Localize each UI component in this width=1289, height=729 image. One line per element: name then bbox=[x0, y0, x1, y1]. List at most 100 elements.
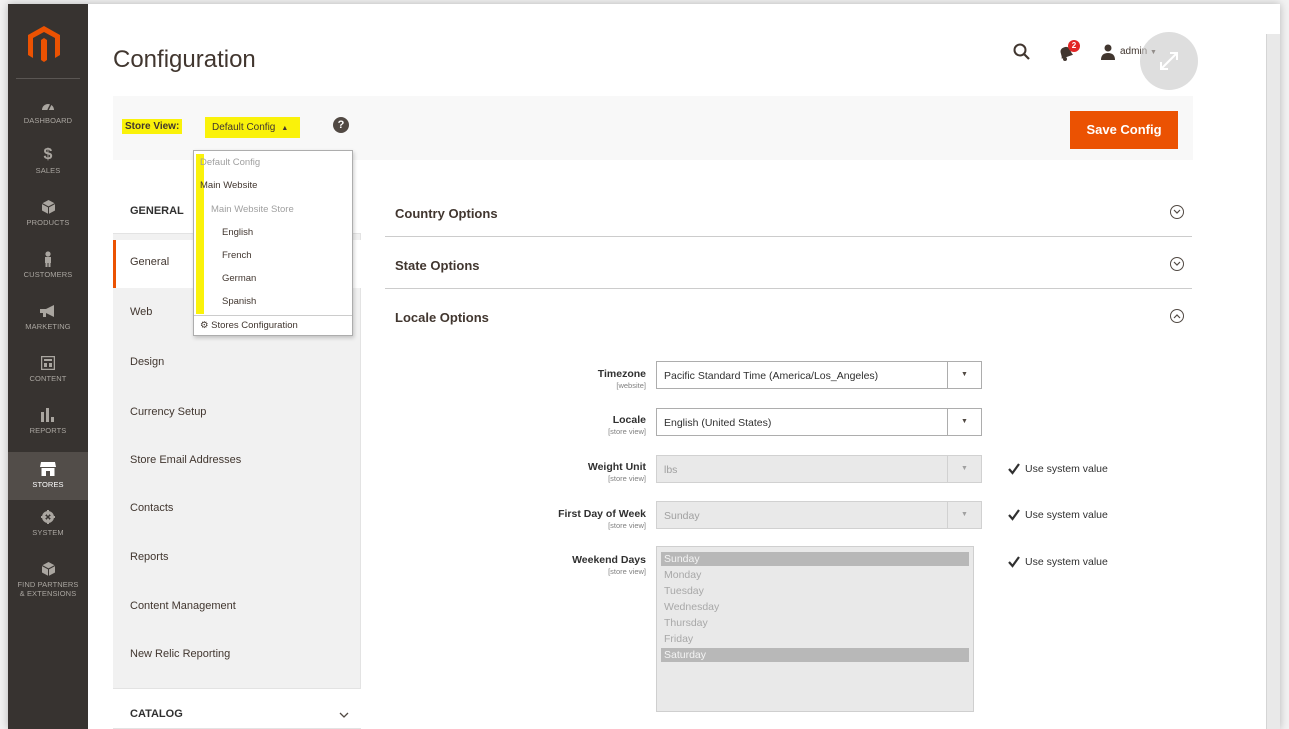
scope-spanish[interactable]: Spanish bbox=[222, 296, 256, 307]
timezone-label: Timezone [website] bbox=[516, 368, 646, 390]
sidebar-item-stores[interactable]: STORES bbox=[8, 452, 88, 500]
field-label: First Day of Week bbox=[558, 508, 646, 520]
checkmark-icon[interactable] bbox=[1008, 556, 1020, 568]
checkmark-icon[interactable] bbox=[1008, 463, 1020, 475]
chevron-down-circle-icon[interactable] bbox=[1170, 257, 1184, 271]
sidebar-item-products[interactable]: PRODUCTS bbox=[8, 194, 88, 238]
sidebar-item-content[interactable]: CONTENT bbox=[8, 350, 88, 394]
use-system-label: Use system value bbox=[1025, 463, 1108, 475]
scope-french[interactable]: French bbox=[222, 250, 252, 261]
weekend-option-sunday[interactable]: Sunday bbox=[661, 552, 969, 566]
select-arrow: ▼ bbox=[947, 362, 981, 388]
help-icon[interactable]: ? bbox=[333, 117, 349, 133]
field-scope: [website] bbox=[616, 381, 646, 390]
user-icon[interactable] bbox=[1101, 44, 1115, 60]
chevron-up-circle-icon[interactable] bbox=[1170, 309, 1184, 323]
select-arrow: ▼ bbox=[947, 502, 981, 528]
save-config-button[interactable]: Save Config bbox=[1070, 111, 1178, 149]
gear-icon bbox=[8, 506, 88, 528]
section-locale-options[interactable]: Locale Options bbox=[385, 290, 1192, 341]
weekend-days-label: Weekend Days [store view] bbox=[516, 554, 646, 576]
page-title: Configuration bbox=[113, 46, 256, 73]
weekend-days-multiselect[interactable]: Sunday Monday Tuesday Wednesday Thursday… bbox=[656, 546, 974, 712]
select-arrow: ▼ bbox=[947, 456, 981, 482]
stores-configuration-label: Stores Configuration bbox=[211, 320, 298, 331]
first-day-select[interactable]: Sunday ▼ bbox=[656, 501, 982, 529]
chevron-down-icon: ▼ bbox=[961, 511, 968, 518]
sidebar-item-dashboard[interactable]: DASHBOARD bbox=[8, 90, 88, 134]
field-scope: [store view] bbox=[608, 567, 646, 576]
logo-divider bbox=[16, 78, 80, 79]
nav-item-contacts[interactable]: Contacts bbox=[113, 486, 361, 534]
weight-unit-select[interactable]: lbs ▼ bbox=[656, 455, 982, 483]
magento-logo[interactable] bbox=[28, 26, 60, 64]
sidebar-item-customers[interactable]: CUSTOMERS bbox=[8, 246, 88, 290]
sidebar-item-label: SALES bbox=[35, 166, 61, 175]
weekend-days-use-system[interactable]: Use system value bbox=[1008, 556, 1108, 568]
sidebar-item-reports[interactable]: REPORTS bbox=[8, 402, 88, 446]
chevron-down-icon bbox=[339, 712, 349, 718]
use-system-label: Use system value bbox=[1025, 509, 1108, 521]
notification-badge: 2 bbox=[1068, 40, 1080, 52]
section-country-options[interactable]: Country Options bbox=[385, 186, 1192, 237]
chevron-down-icon: ▼ bbox=[961, 418, 968, 425]
nav-item-new-relic-reporting[interactable]: New Relic Reporting bbox=[113, 632, 361, 680]
store-view-label: Store View: bbox=[122, 119, 183, 134]
weekend-option-tuesday[interactable]: Tuesday bbox=[661, 584, 969, 598]
sidebar-item-find-partners[interactable]: FIND PARTNERS & EXTENSIONS bbox=[8, 556, 88, 610]
nav-group-label: GENERAL bbox=[130, 205, 184, 217]
field-label: Locale bbox=[612, 414, 646, 426]
sidebar-item-system[interactable]: SYSTEM bbox=[8, 504, 88, 548]
sidebar-item-sales[interactable]: $ SALES bbox=[8, 142, 88, 186]
weight-unit-use-system[interactable]: Use system value bbox=[1008, 463, 1108, 475]
weekend-option-saturday[interactable]: Saturday bbox=[661, 648, 969, 662]
dashboard-icon bbox=[8, 94, 88, 116]
nav-item-label: General bbox=[130, 256, 170, 268]
dollar-icon: $ bbox=[43, 146, 53, 163]
timezone-value: Pacific Standard Time (America/Los_Angel… bbox=[664, 370, 879, 382]
nav-item-design[interactable]: Design bbox=[113, 340, 361, 388]
cube-icon bbox=[8, 558, 88, 580]
weekend-option-thursday[interactable]: Thursday bbox=[661, 616, 969, 630]
nav-item-currency-setup[interactable]: Currency Setup bbox=[113, 390, 361, 438]
scope-german[interactable]: German bbox=[222, 273, 256, 284]
first-day-use-system[interactable]: Use system value bbox=[1008, 509, 1108, 521]
weekend-option-wednesday[interactable]: Wednesday bbox=[661, 600, 969, 614]
nav-group-catalog[interactable]: CATALOG bbox=[113, 688, 361, 729]
dropdown-divider bbox=[194, 315, 352, 316]
nav-item-label: Reports bbox=[130, 551, 169, 563]
chevron-down-icon: ▼ bbox=[961, 465, 968, 472]
use-system-label: Use system value bbox=[1025, 556, 1108, 568]
weekend-option-friday[interactable]: Friday bbox=[661, 632, 969, 646]
section-state-options[interactable]: State Options bbox=[385, 238, 1192, 289]
sidebar-item-label: CUSTOMERS bbox=[23, 270, 73, 279]
search-icon[interactable] bbox=[1012, 42, 1032, 62]
stores-configuration-link[interactable]: ⚙ Stores Configuration bbox=[200, 320, 298, 331]
scope-english[interactable]: English bbox=[222, 227, 253, 238]
nav-item-content-management[interactable]: Content Management bbox=[113, 584, 361, 632]
timezone-select[interactable]: Pacific Standard Time (America/Los_Angel… bbox=[656, 361, 982, 389]
chevron-down-circle-icon[interactable] bbox=[1170, 205, 1184, 219]
scope-main-website[interactable]: Main Website bbox=[200, 180, 257, 191]
nav-item-label: Contacts bbox=[130, 502, 174, 514]
store-view-value: Default Config bbox=[212, 122, 276, 133]
weekend-option-monday[interactable]: Monday bbox=[661, 568, 969, 582]
nav-item-store-email-addresses[interactable]: Store Email Addresses bbox=[113, 438, 361, 486]
nav-item-reports[interactable]: Reports bbox=[113, 535, 361, 583]
sidebar-item-label: MARKETING bbox=[25, 322, 71, 331]
admin-sidebar: DASHBOARD $ SALES PRODUCTS CUSTOMERS MAR… bbox=[8, 4, 88, 729]
sidebar-item-label: & EXTENSIONS bbox=[19, 589, 77, 598]
scope-main-website-store: Main Website Store bbox=[211, 204, 294, 215]
expand-overlay[interactable] bbox=[1140, 32, 1198, 90]
store-view-dropdown bbox=[193, 150, 353, 336]
store-view-switcher[interactable]: Default Config ▲ bbox=[205, 117, 301, 138]
sidebar-item-marketing[interactable]: MARKETING bbox=[8, 298, 88, 342]
checkmark-icon[interactable] bbox=[1008, 509, 1020, 521]
sidebar-item-label: FIND PARTNERS bbox=[17, 580, 79, 589]
nav-item-label: Design bbox=[130, 356, 165, 368]
field-scope: [store view] bbox=[608, 521, 646, 530]
weight-unit-label: Weight Unit [store view] bbox=[516, 461, 646, 483]
page-right-edge bbox=[1266, 34, 1280, 729]
section-title: State Options bbox=[395, 258, 480, 273]
locale-select[interactable]: English (United States) ▼ bbox=[656, 408, 982, 436]
